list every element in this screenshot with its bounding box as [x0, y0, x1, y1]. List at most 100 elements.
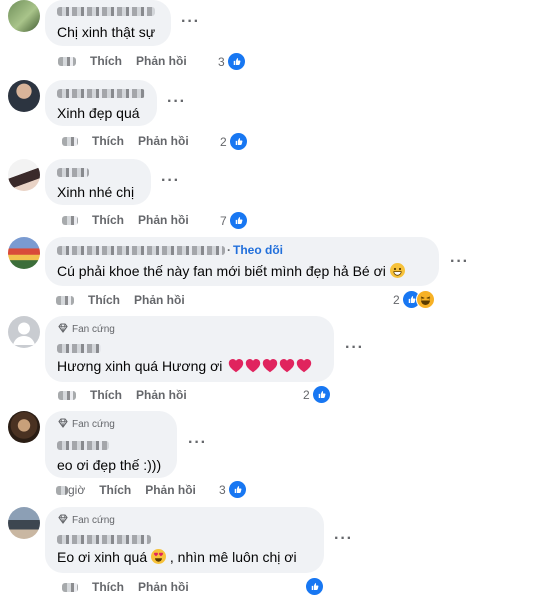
more-options-icon[interactable]: ···	[450, 254, 469, 270]
more-options-icon[interactable]: ···	[188, 435, 207, 451]
more-options-icon[interactable]: ···	[167, 94, 186, 110]
reaction-count: 3	[218, 54, 225, 69]
like-button[interactable]: Thích	[99, 483, 131, 497]
like-button[interactable]: Thích	[90, 388, 122, 402]
reaction-summary[interactable]: 2	[220, 132, 248, 152]
heart-emoji-icon	[228, 358, 244, 373]
avatar[interactable]	[8, 159, 40, 191]
heart-emoji-icon	[262, 358, 278, 373]
like-icon	[227, 480, 247, 500]
author-name[interactable]	[57, 85, 145, 101]
comment-bubble: Fan cứng eo ơi đẹp thế :)))	[45, 411, 177, 478]
diamond-icon	[57, 513, 69, 525]
comment-actions: Thích Phản hồi	[62, 579, 203, 595]
reply-button[interactable]: Phản hồi	[136, 54, 187, 68]
comment-text: Xinh nhé chị	[57, 184, 135, 200]
like-icon	[228, 132, 248, 152]
heart-emoji-icon	[296, 358, 312, 373]
comment-actions: Thích Phản hồi	[58, 387, 201, 403]
reaction-count: 7	[220, 213, 227, 228]
reply-button[interactable]: Phản hồi	[145, 483, 196, 497]
reaction-summary[interactable]: 3	[218, 52, 246, 72]
more-options-icon[interactable]: ···	[345, 340, 364, 356]
reaction-summary[interactable]: 2	[393, 290, 435, 310]
like-icon	[228, 211, 248, 231]
reaction-summary[interactable]: 7	[220, 211, 248, 231]
heart-emoji-icon	[279, 358, 295, 373]
author-name[interactable]	[57, 437, 165, 453]
reaction-count: 2	[393, 292, 400, 307]
fan-badge: Fan cứng	[57, 322, 322, 337]
comment-actions: Thích Phản hồi	[56, 292, 199, 308]
timestamp	[58, 57, 76, 67]
author-name-row: · Theo dõi	[57, 242, 427, 258]
avatar[interactable]	[8, 80, 40, 112]
comment-text: Xinh đẹp quá	[57, 105, 140, 121]
hearts	[228, 358, 313, 374]
like-button[interactable]: Thích	[92, 213, 124, 227]
comment-text: eo ơi đẹp thế :)))	[57, 457, 162, 473]
like-icon	[305, 577, 324, 597]
timestamp	[62, 137, 78, 147]
avatar[interactable]	[8, 316, 40, 348]
like-button[interactable]: Thích	[90, 54, 122, 68]
like-button[interactable]: Thích	[92, 580, 124, 594]
comment-actions: Thích Phản hồi	[62, 212, 203, 228]
comment-actions: Thích Phản hồi	[62, 133, 203, 149]
reaction-count: 2	[303, 387, 310, 402]
comment-bubble: · Theo dõi Cú phải khoe thế này fan mới b…	[45, 237, 439, 286]
like-button[interactable]: Thích	[92, 134, 124, 148]
heart-eyes-emoji-icon	[151, 549, 167, 564]
author-name[interactable]	[57, 246, 225, 256]
reaction-summary[interactable]: 2	[303, 385, 331, 405]
like-icon	[311, 385, 331, 405]
reply-button[interactable]: Phản hồi	[138, 213, 189, 227]
more-options-icon[interactable]: ···	[161, 173, 180, 189]
reaction-count: 2	[220, 134, 227, 149]
author-name[interactable]	[57, 340, 322, 356]
author-name[interactable]	[57, 531, 312, 547]
reply-button[interactable]: Phản hồi	[138, 580, 189, 594]
avatar[interactable]	[8, 411, 40, 443]
timestamp: giờ	[68, 483, 86, 497]
more-options-icon[interactable]: ···	[334, 531, 353, 547]
comment-text: Hương xinh quá Hương ơi	[57, 357, 322, 376]
comment-bubble: Fan cứng Eo ơi xinh quá , nhìn mê luôn c…	[45, 507, 324, 573]
default-avatar-icon	[13, 322, 35, 345]
more-options-icon[interactable]: ···	[181, 14, 200, 30]
follow-button[interactable]: Theo dõi	[233, 243, 283, 257]
comment-text: Chị xinh thật sự	[57, 24, 156, 40]
comment-text: Eo ơi xinh quá , nhìn mê luôn chị ơi	[57, 549, 297, 565]
comment-bubble: Fan cứng Hương xinh quá Hương ơi	[45, 316, 334, 382]
comment-bubble: Xinh đẹp quá	[45, 80, 157, 126]
timestamp	[56, 296, 74, 306]
author-name[interactable]	[57, 3, 159, 19]
comment-actions: Thích Phản hồi	[58, 53, 201, 69]
timestamp-blur	[56, 486, 68, 496]
avatar[interactable]	[8, 507, 40, 539]
fan-badge: Fan cứng	[57, 417, 165, 432]
avatar[interactable]	[8, 0, 40, 32]
reply-button[interactable]: Phản hồi	[136, 388, 187, 402]
reply-button[interactable]: Phản hồi	[138, 134, 189, 148]
timestamp	[58, 391, 76, 401]
reaction-summary[interactable]: 3	[219, 480, 247, 500]
fan-badge: Fan cứng	[57, 513, 312, 528]
timestamp	[62, 216, 78, 226]
reaction-summary[interactable]	[303, 577, 324, 597]
diamond-icon	[57, 417, 69, 429]
haha-icon	[415, 290, 435, 310]
heart-emoji-icon	[245, 358, 261, 373]
comment-text: Cú phải khoe thế này fan mới biết mình đ…	[57, 262, 427, 281]
reaction-count: 3	[219, 482, 226, 497]
comment-actions: giờ Thích Phản hồi	[56, 482, 210, 498]
reply-button[interactable]: Phản hồi	[134, 293, 185, 307]
grinning-emoji-icon	[389, 263, 405, 278]
avatar[interactable]	[8, 237, 40, 269]
timestamp	[62, 583, 78, 593]
author-name[interactable]	[57, 164, 139, 180]
like-button[interactable]: Thích	[88, 293, 120, 307]
diamond-icon	[57, 322, 69, 334]
comment-bubble: Xinh nhé chị	[45, 159, 151, 205]
like-icon	[226, 52, 246, 72]
